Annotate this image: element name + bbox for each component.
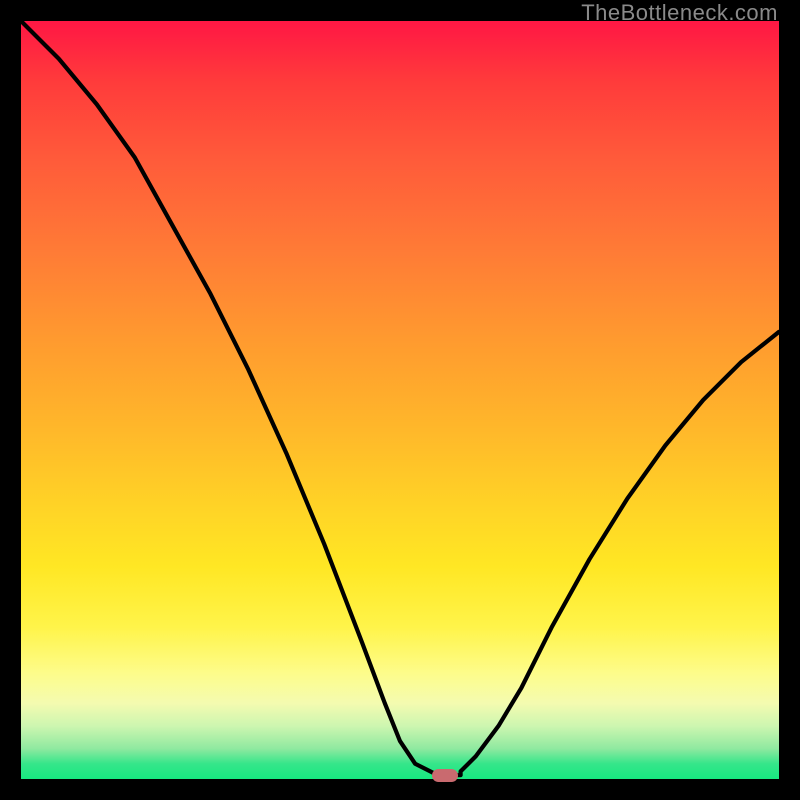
optimal-marker (432, 769, 458, 782)
curve-path (21, 21, 779, 775)
plot-area (21, 21, 779, 779)
bottleneck-curve (21, 21, 779, 779)
chart-frame: TheBottleneck.com (0, 0, 800, 800)
